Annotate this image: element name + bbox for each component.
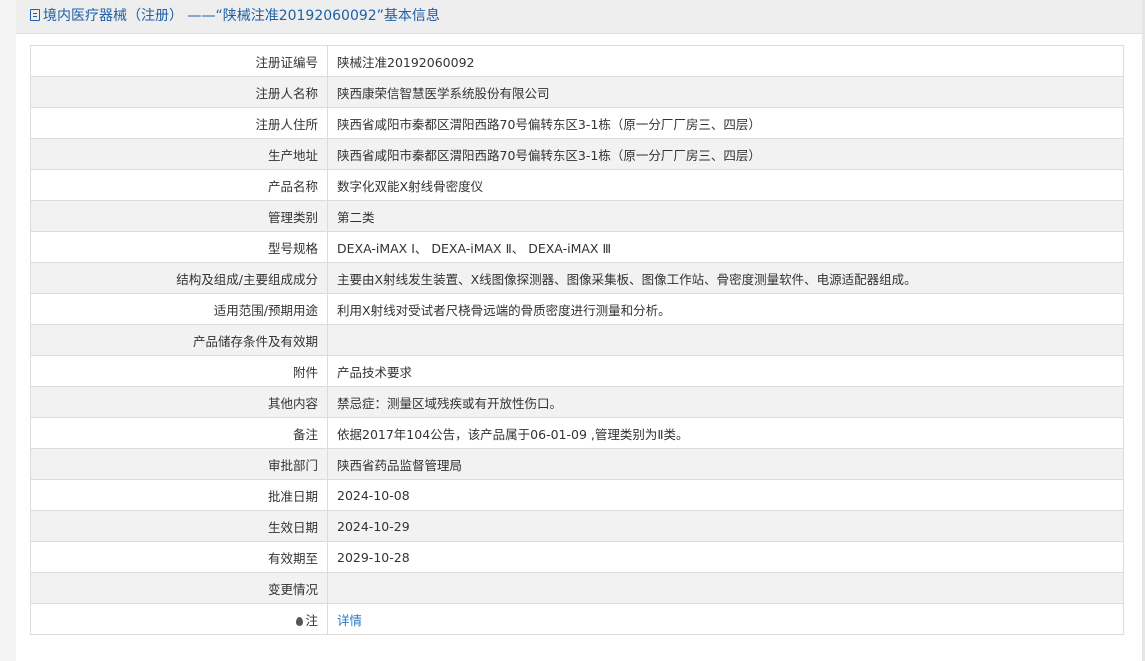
row-value: 陕械注准20192060092 [327, 45, 1124, 77]
row-label: 备注 [30, 417, 328, 449]
table-row: 注册人住所 陕西省咸阳市秦都区渭阳西路70号偏转东区3-1栋（原一分厂厂房三、四… [30, 107, 1124, 139]
row-label: 产品储存条件及有效期 [30, 324, 328, 356]
row-label: 注册人名称 [30, 76, 328, 108]
table-row: 其他内容 禁忌症：测量区域残疾或有开放性伤口。 [30, 386, 1124, 418]
row-label: 批准日期 [30, 479, 328, 511]
row-label: 管理类别 [30, 200, 328, 232]
page-title: 境内医疗器械（注册） ——“陕械注准20192060092”基本信息 [30, 7, 440, 25]
details-link[interactable]: 详情 [337, 613, 362, 628]
detail-panel: 境内医疗器械（注册） ——“陕械注准20192060092”基本信息 注册证编号… [16, 0, 1145, 661]
page-title-text: 境内医疗器械（注册） ——“陕械注准20192060092”基本信息 [43, 8, 440, 24]
table-row: 审批部门 陕西省药品监督管理局 [30, 448, 1124, 480]
row-value: 陕西康荣信智慧医学系统股份有限公司 [327, 76, 1124, 108]
row-value: 陕西省药品监督管理局 [327, 448, 1124, 480]
row-label: 适用范围/预期用途 [30, 293, 328, 325]
table-row: 批准日期 2024-10-08 [30, 479, 1124, 511]
row-value: 利用X射线对受试者尺桡骨远端的骨质密度进行测量和分析。 [327, 293, 1124, 325]
row-value: 陕西省咸阳市秦都区渭阳西路70号偏转东区3-1栋（原一分厂厂房三、四层） [327, 138, 1124, 170]
table-row: 变更情况 [30, 572, 1124, 604]
row-label: 有效期至 [30, 541, 328, 573]
row-value: 陕西省咸阳市秦都区渭阳西路70号偏转东区3-1栋（原一分厂厂房三、四层） [327, 107, 1124, 139]
row-value: DEXA-iMAX Ⅰ、 DEXA-iMAX Ⅱ、 DEXA-iMAX Ⅲ [327, 231, 1124, 263]
row-value: 主要由X射线发生装置、X线图像探测器、图像采集板、图像工作站、骨密度测量软件、电… [327, 262, 1124, 294]
table-row: 附件 产品技术要求 [30, 355, 1124, 387]
row-label: 注册证编号 [30, 45, 328, 77]
document-icon [30, 9, 40, 21]
row-label: 生产地址 [30, 138, 328, 170]
panel-header: 境内医疗器械（注册） ——“陕械注准20192060092”基本信息 [16, 0, 1145, 34]
info-table: 注册证编号 陕械注准20192060092 注册人名称 陕西康荣信智慧医学系统股… [30, 45, 1124, 635]
row-value: 2029-10-28 [327, 541, 1124, 573]
row-label: 产品名称 [30, 169, 328, 201]
table-row: 适用范围/预期用途 利用X射线对受试者尺桡骨远端的骨质密度进行测量和分析。 [30, 293, 1124, 325]
row-label: 变更情况 [30, 572, 328, 604]
row-value: 产品技术要求 [327, 355, 1124, 387]
table-row: 产品名称 数字化双能X射线骨密度仪 [30, 169, 1124, 201]
row-label: 其他内容 [30, 386, 328, 418]
note-label-cell: 注 [30, 603, 328, 635]
pin-icon [296, 616, 304, 626]
note-label: 注 [305, 612, 318, 628]
row-value: 数字化双能X射线骨密度仪 [327, 169, 1124, 201]
table-row: 结构及组成/主要组成成分 主要由X射线发生装置、X线图像探测器、图像采集板、图像… [30, 262, 1124, 294]
row-value [327, 572, 1124, 604]
row-label: 型号规格 [30, 231, 328, 263]
table-row: 注册证编号 陕械注准20192060092 [30, 45, 1124, 77]
table-row: 产品储存条件及有效期 [30, 324, 1124, 356]
note-value-cell: 详情 [327, 603, 1124, 635]
row-label: 生效日期 [30, 510, 328, 542]
note-row: 注 详情 [30, 603, 1124, 635]
row-label: 注册人住所 [30, 107, 328, 139]
row-value: 第二类 [327, 200, 1124, 232]
row-value: 依据2017年104公告，该产品属于06-01-09 ,管理类别为Ⅱ类。 [327, 417, 1124, 449]
row-value [327, 324, 1124, 356]
table-row: 注册人名称 陕西康荣信智慧医学系统股份有限公司 [30, 76, 1124, 108]
table-row: 生产地址 陕西省咸阳市秦都区渭阳西路70号偏转东区3-1栋（原一分厂厂房三、四层… [30, 138, 1124, 170]
row-value: 2024-10-08 [327, 479, 1124, 511]
row-value: 禁忌症：测量区域残疾或有开放性伤口。 [327, 386, 1124, 418]
table-row: 有效期至 2029-10-28 [30, 541, 1124, 573]
table-row: 备注 依据2017年104公告，该产品属于06-01-09 ,管理类别为Ⅱ类。 [30, 417, 1124, 449]
row-label: 附件 [30, 355, 328, 387]
table-row: 生效日期 2024-10-29 [30, 510, 1124, 542]
row-value: 2024-10-29 [327, 510, 1124, 542]
table-row: 型号规格 DEXA-iMAX Ⅰ、 DEXA-iMAX Ⅱ、 DEXA-iMAX… [30, 231, 1124, 263]
row-label: 审批部门 [30, 448, 328, 480]
table-row: 管理类别 第二类 [30, 200, 1124, 232]
row-label: 结构及组成/主要组成成分 [30, 262, 328, 294]
